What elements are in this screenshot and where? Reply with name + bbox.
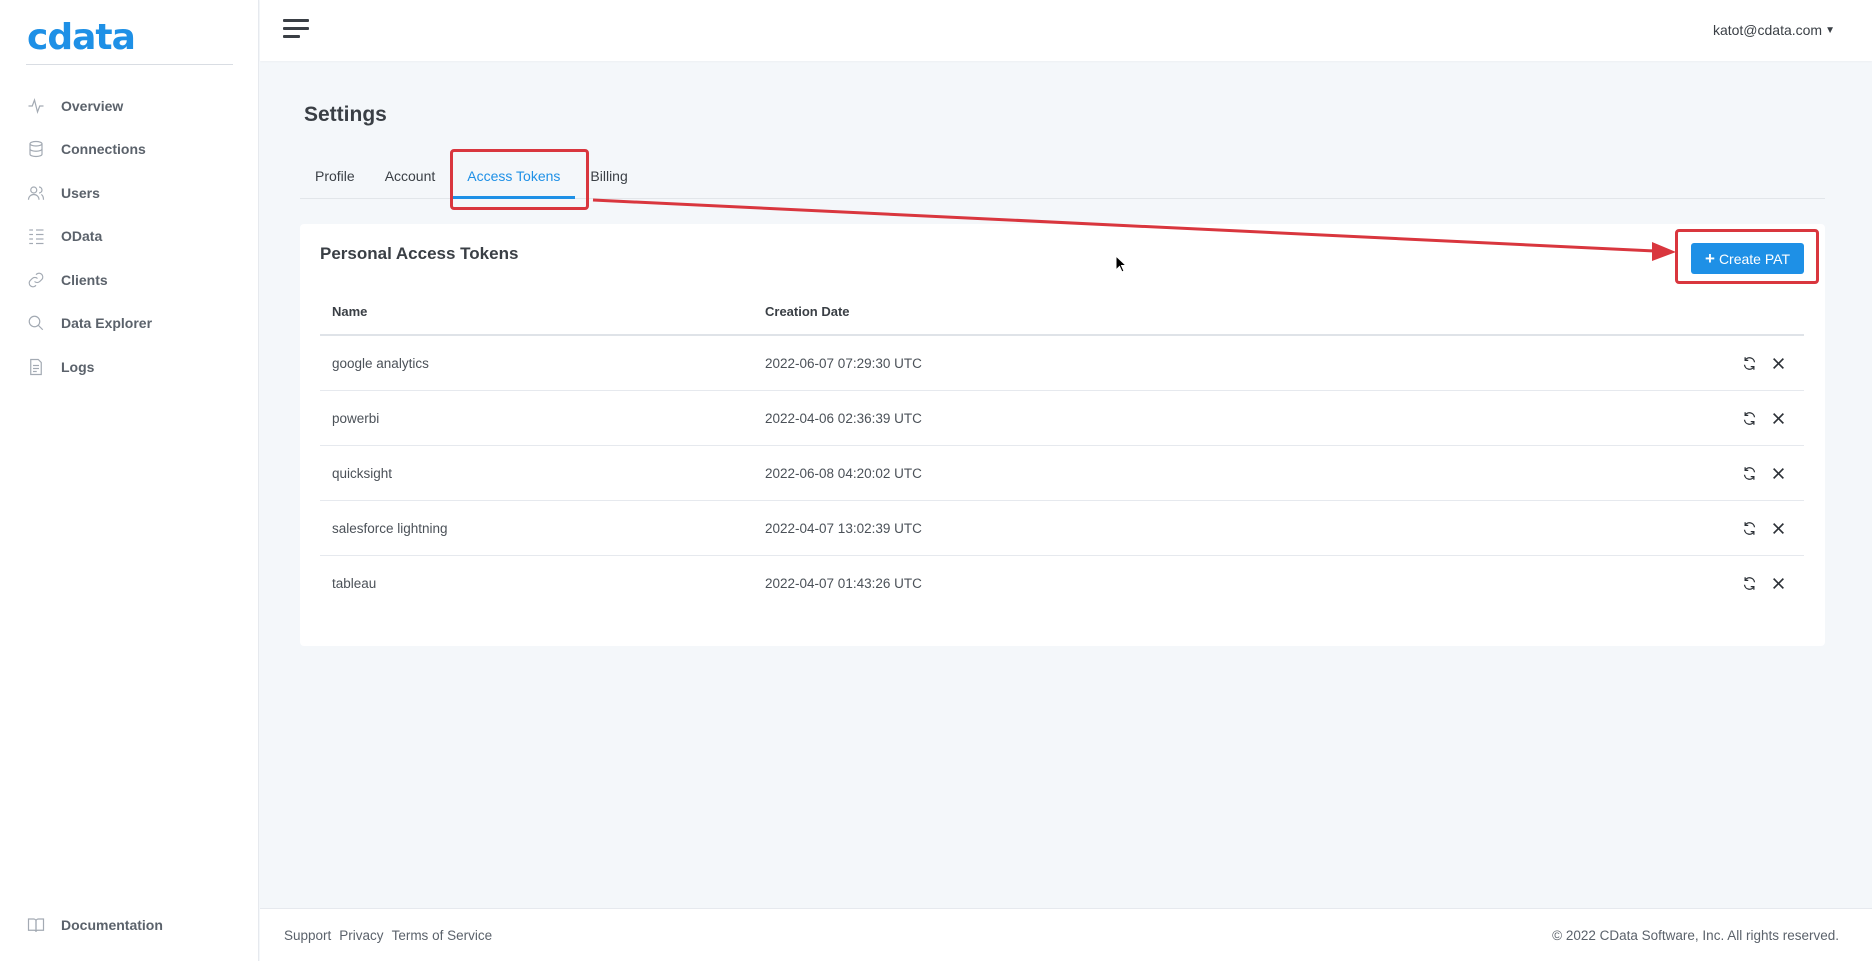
sidebar-item-label: Documentation bbox=[61, 916, 163, 933]
search-icon bbox=[26, 313, 46, 333]
sidebar-item-label: OData bbox=[61, 228, 103, 245]
column-header-date: Creation Date bbox=[765, 304, 850, 319]
token-name: salesforce lightning bbox=[332, 520, 448, 536]
footer: Support Privacy Terms of Service © 2022 … bbox=[260, 908, 1872, 961]
hamburger-menu-icon[interactable] bbox=[283, 19, 309, 41]
users-icon bbox=[26, 183, 46, 203]
sidebar-bottom: Documentation bbox=[0, 903, 259, 947]
refresh-icon[interactable] bbox=[1741, 520, 1757, 536]
sidebar-item-logs[interactable]: Logs bbox=[0, 345, 259, 389]
plus-icon: + bbox=[1705, 249, 1715, 268]
token-date: 2022-06-07 07:29:30 UTC bbox=[765, 355, 922, 371]
logo-divider bbox=[26, 64, 233, 65]
table-row: quicksight 2022-06-08 04:20:02 UTC bbox=[320, 446, 1804, 501]
refresh-icon[interactable] bbox=[1741, 355, 1757, 371]
tab-billing[interactable]: Billing bbox=[575, 160, 642, 199]
tab-access-tokens[interactable]: Access Tokens bbox=[452, 160, 576, 199]
copyright: © 2022 CData Software, Inc. All rights r… bbox=[1552, 928, 1839, 943]
footer-link-terms[interactable]: Terms of Service bbox=[392, 928, 493, 943]
column-header-name: Name bbox=[332, 304, 368, 319]
chevron-down-icon: ▼ bbox=[1825, 24, 1835, 36]
user-email: katot@cdata.com bbox=[1712, 22, 1823, 38]
table-row: salesforce lightning 2022-04-07 13:02:39… bbox=[320, 501, 1804, 556]
token-name: tableau bbox=[332, 576, 377, 591]
token-date: 2022-04-07 13:02:39 UTC bbox=[765, 520, 922, 536]
sidebar-item-label: Users bbox=[61, 184, 100, 201]
sidebar-item-users[interactable]: Users bbox=[0, 171, 259, 215]
delete-icon[interactable] bbox=[1770, 410, 1786, 426]
delete-icon[interactable] bbox=[1770, 576, 1786, 592]
cdata-logo[interactable]: cdata bbox=[27, 20, 136, 56]
activity-icon bbox=[26, 96, 46, 116]
sidebar-item-clients[interactable]: Clients bbox=[0, 258, 259, 302]
sidebar-item-label: Data Explorer bbox=[61, 315, 153, 332]
sidebar-item-label: Logs bbox=[61, 358, 95, 375]
create-pat-label: Create PAT bbox=[1718, 250, 1790, 267]
delete-icon[interactable] bbox=[1770, 465, 1786, 481]
sidebar-item-overview[interactable]: Overview bbox=[0, 84, 259, 128]
token-name: quicksight bbox=[332, 465, 393, 481]
footer-link-support[interactable]: Support bbox=[284, 928, 331, 943]
table-row: powerbi 2022-04-06 02:36:39 UTC bbox=[320, 391, 1804, 446]
table-row: google analytics 2022-06-07 07:29:30 UTC bbox=[320, 336, 1804, 391]
sidebar-nav: Overview Connections Users OData Clients bbox=[0, 84, 259, 389]
tab-account[interactable]: Account bbox=[370, 160, 451, 199]
refresh-icon[interactable] bbox=[1741, 465, 1757, 481]
token-date: 2022-06-08 04:20:02 UTC bbox=[765, 465, 922, 481]
sidebar-item-label: Clients bbox=[61, 271, 108, 288]
database-icon bbox=[26, 139, 46, 159]
create-pat-button[interactable]: + Create PAT bbox=[1691, 243, 1804, 274]
token-name: powerbi bbox=[332, 410, 380, 426]
footer-links: Support Privacy Terms of Service bbox=[284, 928, 500, 943]
book-icon bbox=[26, 915, 46, 935]
token-date: 2022-04-07 01:43:26 UTC bbox=[765, 576, 922, 591]
mouse-cursor-icon bbox=[1115, 254, 1128, 278]
tab-profile[interactable]: Profile bbox=[300, 160, 370, 199]
access-tokens-card: Personal Access Tokens + Create PAT Name… bbox=[300, 224, 1825, 646]
card-title: Personal Access Tokens bbox=[320, 244, 519, 263]
delete-icon[interactable] bbox=[1770, 520, 1786, 536]
page-title: Settings bbox=[304, 103, 387, 126]
refresh-icon[interactable] bbox=[1741, 576, 1757, 592]
refresh-icon[interactable] bbox=[1741, 410, 1757, 426]
sidebar-item-label: Connections bbox=[61, 141, 146, 158]
sidebar-item-documentation[interactable]: Documentation bbox=[0, 903, 259, 947]
token-date: 2022-04-06 02:36:39 UTC bbox=[765, 410, 922, 426]
sidebar: cdata Overview Connections Users OData C… bbox=[0, 0, 259, 961]
sidebar-item-odata[interactable]: OData bbox=[0, 215, 259, 259]
file-icon bbox=[26, 357, 46, 377]
settings-tabs: Profile Account Access Tokens Billing bbox=[300, 160, 1825, 199]
user-menu[interactable]: katot@cdata.com ▼ bbox=[1713, 22, 1835, 38]
topbar: katot@cdata.com ▼ bbox=[260, 0, 1872, 61]
token-name: google analytics bbox=[332, 355, 429, 371]
delete-icon[interactable] bbox=[1770, 355, 1786, 371]
sidebar-item-connections[interactable]: Connections bbox=[0, 128, 259, 172]
tokens-table: Name Creation Date google analytics 2022… bbox=[320, 289, 1804, 611]
table-header: Name Creation Date bbox=[320, 289, 1804, 336]
footer-link-privacy[interactable]: Privacy bbox=[339, 928, 383, 943]
sidebar-item-data-explorer[interactable]: Data Explorer bbox=[0, 302, 259, 346]
sidebar-item-label: Overview bbox=[61, 97, 124, 114]
list-icon bbox=[26, 226, 46, 246]
link-icon bbox=[26, 270, 46, 290]
table-row: tableau 2022-04-07 01:43:26 UTC bbox=[320, 556, 1804, 611]
